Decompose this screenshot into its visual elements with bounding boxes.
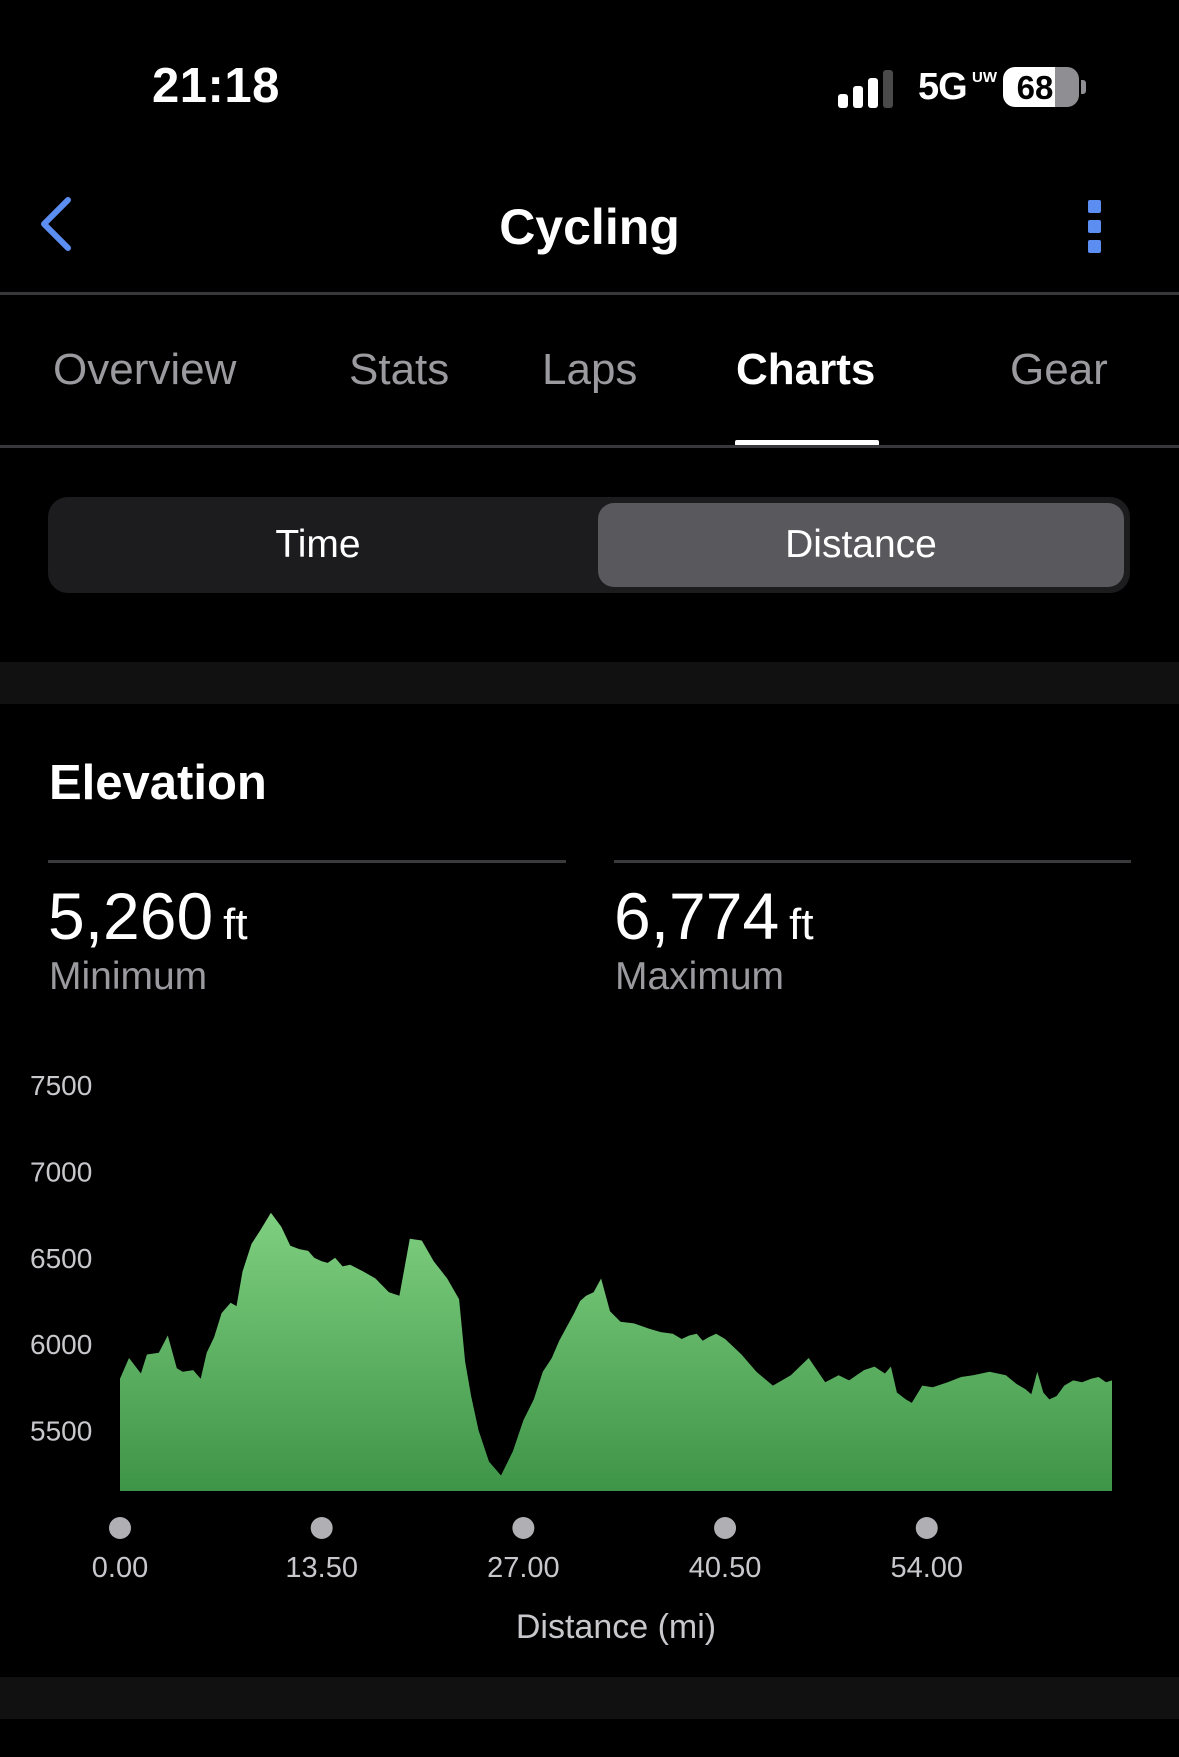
nav-divider: [0, 292, 1179, 295]
x-axis-label: Distance (mi): [516, 1608, 716, 1646]
x-tick-label: 27.00: [487, 1552, 560, 1584]
maximum-value: 6,774 ft: [614, 879, 814, 953]
x-tick-marker: [310, 1517, 333, 1539]
section-separator-bottom: [0, 1677, 1179, 1719]
y-tick-label: 6500: [30, 1243, 92, 1274]
y-tick-label: 7000: [30, 1156, 92, 1187]
status-time: 21:18: [152, 59, 280, 113]
maximum-divider: [614, 860, 1131, 863]
x-tick-label: 54.00: [890, 1552, 963, 1584]
more-vertical-icon: [1088, 200, 1101, 213]
y-tick-label: 6000: [30, 1329, 92, 1360]
x-tick-label: 13.50: [285, 1552, 358, 1584]
segment-time[interactable]: Time: [54, 503, 582, 587]
minimum-unit: ft: [223, 900, 248, 949]
tab-stats[interactable]: Stats: [349, 345, 449, 395]
x-tick-label: 0.00: [92, 1552, 148, 1584]
segment-distance[interactable]: Distance: [598, 503, 1124, 587]
tab-laps[interactable]: Laps: [542, 345, 637, 395]
y-tick-label: 5500: [30, 1416, 92, 1447]
tab-overview[interactable]: Overview: [53, 345, 236, 395]
x-tick-marker: [714, 1517, 737, 1539]
x-tick-label: 40.50: [689, 1552, 762, 1584]
y-tick-label: 7500: [30, 1070, 92, 1101]
x-tick-marker: [109, 1517, 131, 1539]
cellular-signal-icon: [838, 68, 898, 108]
battery-icon: 68: [1003, 67, 1079, 107]
elevation-area-series: [120, 1212, 1112, 1491]
tab-gear[interactable]: Gear: [1010, 345, 1108, 395]
battery-percent: 68: [1016, 69, 1054, 106]
page-title: Cycling: [499, 199, 680, 255]
elevation-chart[interactable]: 5500 6000 6500 7000 7500 0.00 13.50 27.00 40.50…: [0, 1050, 1179, 1650]
minimum-divider: [48, 860, 566, 863]
minimum-label: Minimum: [49, 955, 208, 998]
minimum-value: 5,260 ft: [48, 879, 248, 953]
more-options-button[interactable]: [1080, 196, 1110, 258]
maximum-label: Maximum: [615, 955, 785, 998]
network-type: 5G: [918, 66, 968, 108]
x-tick-marker: [512, 1517, 535, 1539]
time-distance-segmented-control: Time Distance: [48, 497, 1130, 593]
network-superscript: UW: [972, 69, 997, 86]
tab-charts[interactable]: Charts: [736, 345, 875, 395]
x-tick-marker: [915, 1517, 938, 1539]
section-separator: [0, 662, 1179, 704]
maximum-unit: ft: [789, 900, 814, 949]
tabs-divider: [0, 445, 1179, 448]
battery-nub: [1081, 80, 1086, 94]
elevation-title: Elevation: [49, 756, 267, 810]
